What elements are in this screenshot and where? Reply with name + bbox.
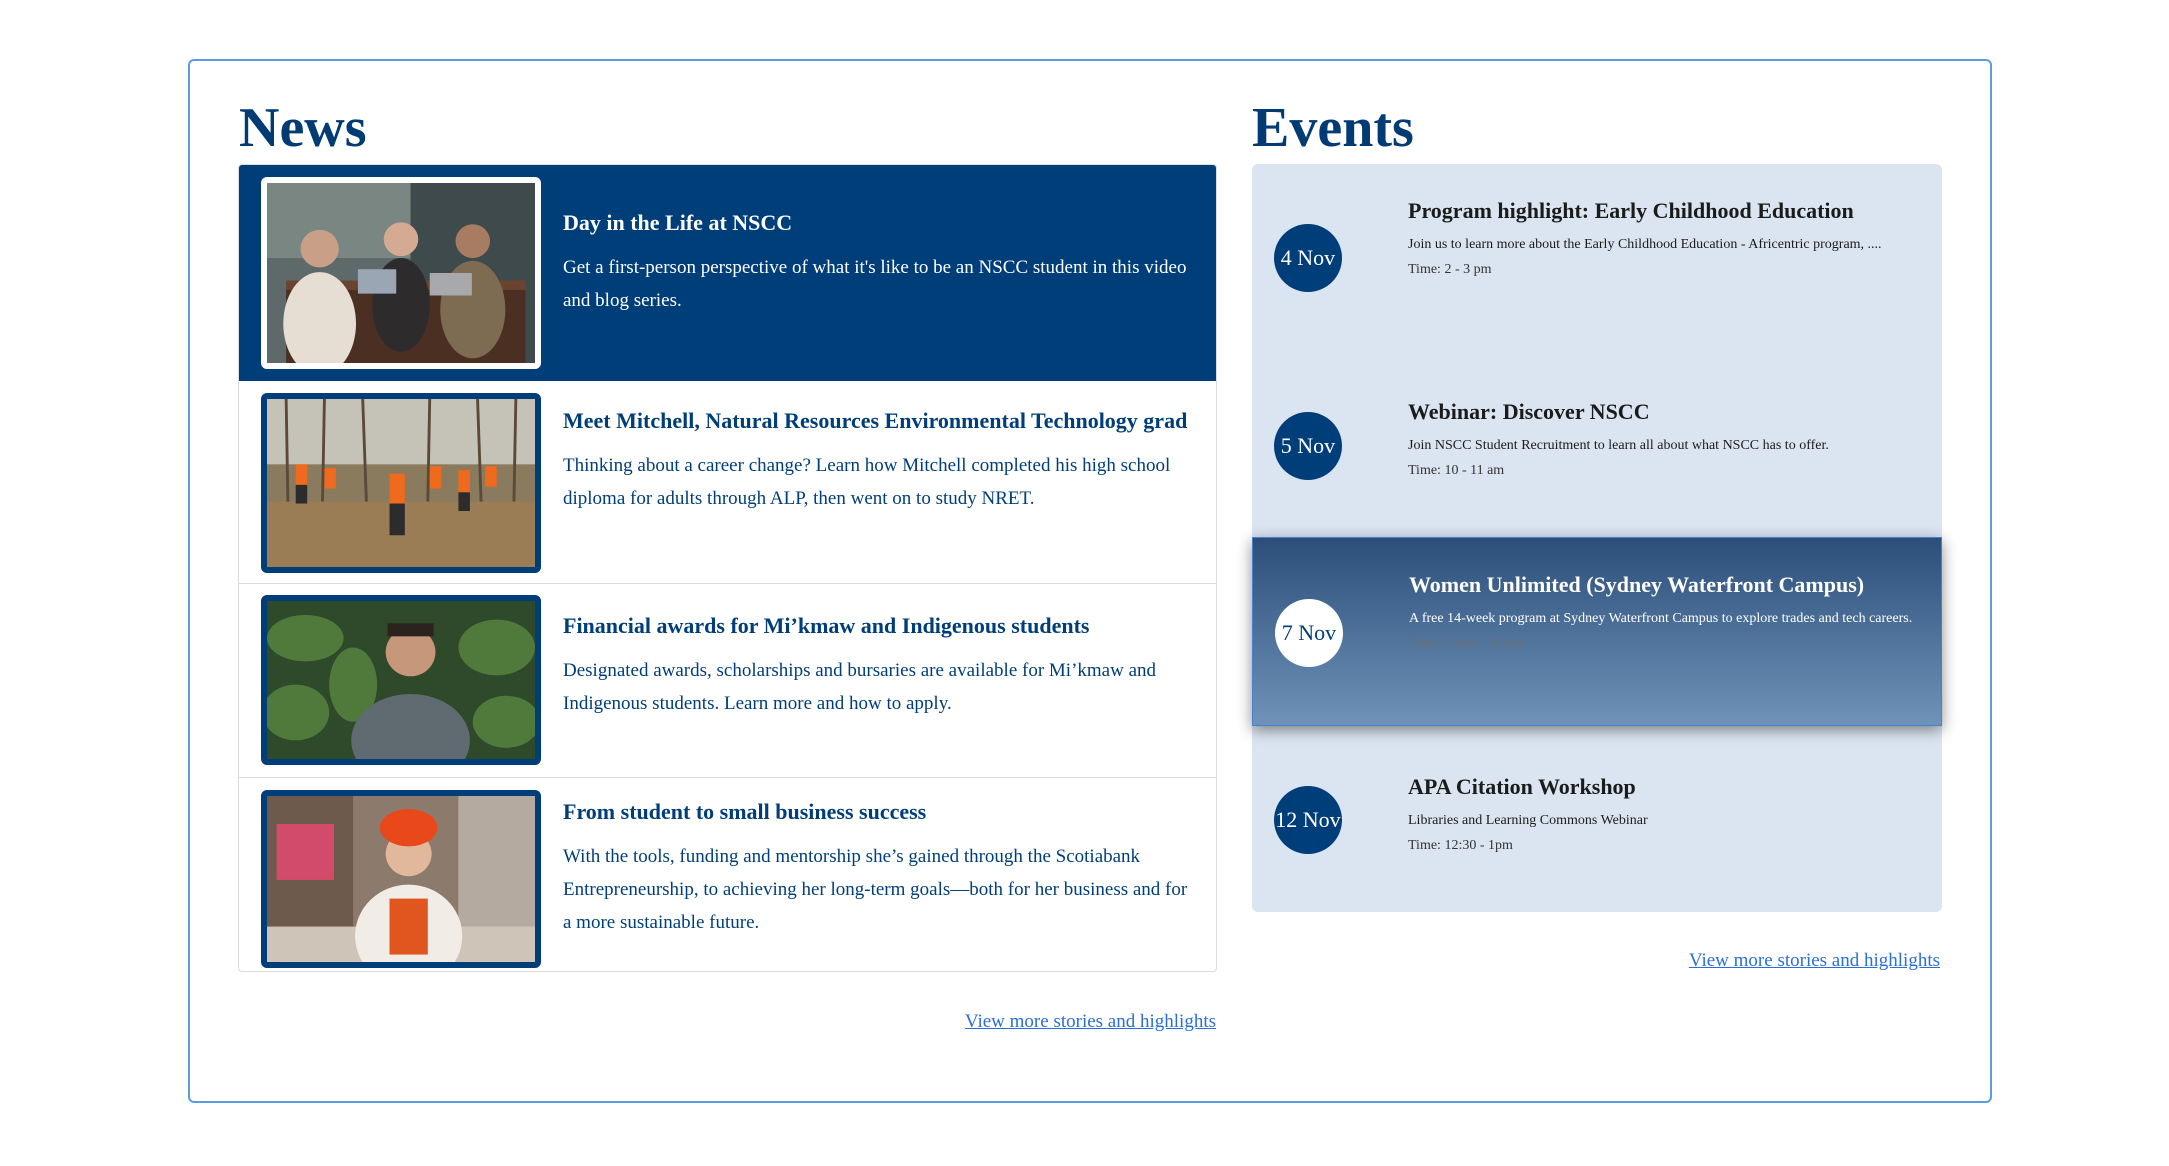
event-title: Program highlight: Early Childhood Educa… bbox=[1408, 198, 1854, 223]
news-item-day-in-life[interactable]: Day in the Life at NSCC Get a first-pers… bbox=[239, 165, 1216, 381]
students-at-table-photo bbox=[267, 183, 535, 363]
event-time: Time: 12:30 - 1pm bbox=[1408, 838, 1513, 854]
news-item-description: With the tools, funding and mentorship s… bbox=[563, 845, 1188, 933]
event-title: Women Unlimited (Sydney Waterfront Campu… bbox=[1409, 572, 1865, 597]
event-description: Join us to learn more about the Early Ch… bbox=[1408, 237, 1882, 253]
event-description: A free 14-week program at Sydney Waterfr… bbox=[1409, 611, 1913, 627]
event-time: Time: 2 - 3 pm bbox=[1408, 262, 1492, 278]
event-item-apa-citation[interactable]: 12 Nov APA Citation Workshop Libraries a… bbox=[1252, 740, 1942, 912]
news-item-image[interactable] bbox=[261, 595, 541, 765]
events-section-title: Events bbox=[1252, 97, 1414, 159]
events-more-link[interactable]: View more stories and highlights bbox=[1689, 950, 1940, 972]
event-date-badge: 4 Nov bbox=[1274, 224, 1342, 292]
event-item-discover-nscc[interactable]: 5 Nov Webinar: Discover NSCC Join NSCC S… bbox=[1252, 370, 1942, 535]
news-item-description: Get a first-person perspective of what i… bbox=[563, 256, 1187, 311]
event-item-women-unlimited[interactable]: 7 Nov Women Unlimited (Sydney Waterfront… bbox=[1252, 537, 1942, 726]
news-item-heading: Day in the Life at NSCC bbox=[563, 210, 793, 235]
news-item-heading: Financial awards for Mi’kmaw and Indigen… bbox=[563, 613, 1090, 638]
student-portrait-photo bbox=[267, 601, 535, 759]
news-item-image[interactable] bbox=[261, 790, 541, 968]
news-item-small-business[interactable]: From student to small business success W… bbox=[239, 778, 1216, 971]
event-title: Webinar: Discover NSCC bbox=[1408, 399, 1650, 424]
event-time: Time: 10am - 11 am bbox=[1409, 636, 1523, 652]
business-owner-photo bbox=[267, 796, 535, 962]
students-in-forest-photo bbox=[267, 399, 535, 567]
news-item-heading: From student to small business success bbox=[563, 799, 927, 824]
event-item-early-childhood[interactable]: 4 Nov Program highlight: Early Childhood… bbox=[1252, 164, 1942, 344]
event-description: Libraries and Learning Commons Webinar bbox=[1408, 813, 1648, 829]
event-date-badge: 12 Nov bbox=[1274, 786, 1342, 854]
news-item-financial-awards[interactable]: Financial awards for Mi’kmaw and Indigen… bbox=[239, 584, 1216, 778]
event-title: APA Citation Workshop bbox=[1408, 774, 1636, 799]
news-section-title: News bbox=[239, 97, 367, 159]
news-list: Day in the Life at NSCC Get a first-pers… bbox=[238, 164, 1217, 972]
event-description: Join NSCC Student Recruitment to learn a… bbox=[1408, 438, 1829, 454]
news-more-link[interactable]: View more stories and highlights bbox=[965, 1011, 1216, 1033]
news-item-image[interactable] bbox=[261, 177, 541, 369]
news-item-meet-mitchell[interactable]: Meet Mitchell, Natural Resources Environ… bbox=[239, 381, 1216, 584]
news-item-image[interactable] bbox=[261, 393, 541, 573]
event-time: Time: 10 - 11 am bbox=[1408, 463, 1505, 479]
news-item-description: Designated awards, scholarships and burs… bbox=[563, 659, 1157, 714]
news-item-description: Thinking about a career change? Learn ho… bbox=[563, 454, 1171, 509]
event-date-badge: 5 Nov bbox=[1274, 412, 1342, 480]
event-date-badge: 7 Nov bbox=[1275, 599, 1343, 667]
news-item-heading: Meet Mitchell, Natural Resources Environ… bbox=[563, 408, 1188, 433]
